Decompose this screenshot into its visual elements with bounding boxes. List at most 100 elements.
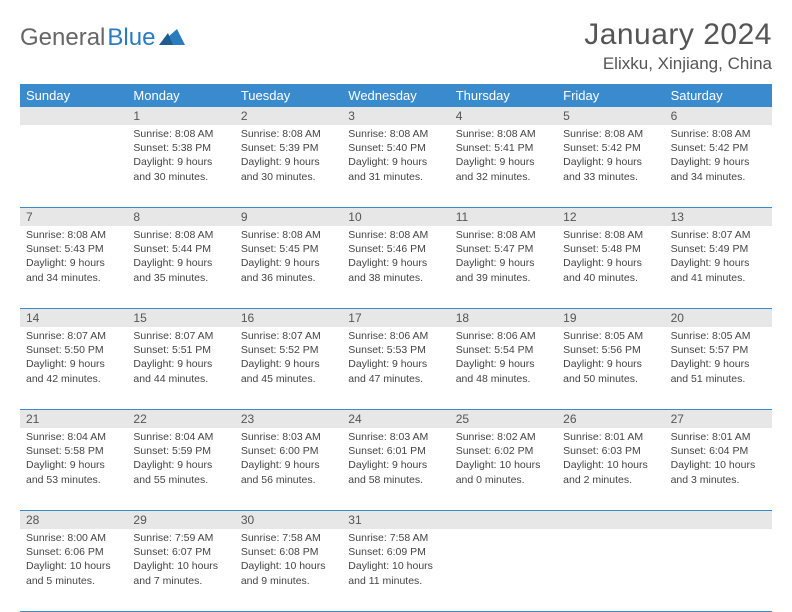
daylight-text: Daylight: 10 hours and 7 minutes. (133, 559, 228, 587)
sunrise-text: Sunrise: 8:07 AM (26, 329, 121, 343)
sunset-text: Sunset: 5:42 PM (671, 141, 766, 155)
day-number: 26 (557, 410, 664, 428)
day-number: 27 (665, 410, 772, 428)
sunrise-text: Sunrise: 8:08 AM (456, 228, 551, 242)
day-number: 17 (342, 309, 449, 327)
day-cell: Sunrise: 8:07 AMSunset: 5:52 PMDaylight:… (235, 327, 342, 409)
day-number: 7 (20, 208, 127, 226)
day-cell-body: Sunrise: 8:08 AMSunset: 5:42 PMDaylight:… (557, 125, 664, 190)
day-number: 3 (342, 107, 449, 125)
daylight-text: Daylight: 9 hours and 44 minutes. (133, 357, 228, 385)
sunrise-text: Sunrise: 7:58 AM (241, 531, 336, 545)
brand-part1: General (20, 24, 105, 52)
day-number: 13 (665, 208, 772, 226)
day-number: 15 (127, 309, 234, 327)
day-cell: Sunrise: 8:06 AMSunset: 5:54 PMDaylight:… (450, 327, 557, 409)
day-cell-body: Sunrise: 8:08 AMSunset: 5:43 PMDaylight:… (20, 226, 127, 291)
sunset-text: Sunset: 5:42 PM (563, 141, 658, 155)
day-cell-body: Sunrise: 8:04 AMSunset: 5:58 PMDaylight:… (20, 428, 127, 493)
day-cell-body (557, 529, 664, 537)
sunrise-text: Sunrise: 8:08 AM (26, 228, 121, 242)
sunrise-text: Sunrise: 8:08 AM (671, 127, 766, 141)
day-cell: Sunrise: 8:01 AMSunset: 6:03 PMDaylight:… (557, 428, 664, 510)
day-cell: Sunrise: 8:08 AMSunset: 5:41 PMDaylight:… (450, 125, 557, 207)
day-cell-body (20, 125, 127, 133)
day-cell-body: Sunrise: 8:00 AMSunset: 6:06 PMDaylight:… (20, 529, 127, 594)
day-cell: Sunrise: 8:08 AMSunset: 5:47 PMDaylight:… (450, 226, 557, 308)
day-cell-body (665, 529, 772, 537)
day-cell: Sunrise: 8:07 AMSunset: 5:49 PMDaylight:… (665, 226, 772, 308)
location-label: Elixku, Xinjiang, China (584, 54, 772, 74)
day-number: 8 (127, 208, 234, 226)
day-cell: Sunrise: 8:08 AMSunset: 5:40 PMDaylight:… (342, 125, 449, 207)
day-cell-body: Sunrise: 8:02 AMSunset: 6:02 PMDaylight:… (450, 428, 557, 493)
sunset-text: Sunset: 5:44 PM (133, 242, 228, 256)
sunset-text: Sunset: 5:40 PM (348, 141, 443, 155)
sunrise-text: Sunrise: 8:07 AM (671, 228, 766, 242)
sunset-text: Sunset: 6:01 PM (348, 444, 443, 458)
day-number: 18 (450, 309, 557, 327)
sunrise-text: Sunrise: 8:08 AM (348, 228, 443, 242)
sunset-text: Sunset: 5:57 PM (671, 343, 766, 357)
sunrise-text: Sunrise: 8:08 AM (456, 127, 551, 141)
day-cell-body: Sunrise: 8:07 AMSunset: 5:51 PMDaylight:… (127, 327, 234, 392)
sunrise-text: Sunrise: 8:02 AM (456, 430, 551, 444)
day-cell: Sunrise: 8:08 AMSunset: 5:42 PMDaylight:… (665, 125, 772, 207)
day-number: 25 (450, 410, 557, 428)
daylight-text: Daylight: 9 hours and 40 minutes. (563, 256, 658, 284)
day-cell: Sunrise: 8:07 AMSunset: 5:51 PMDaylight:… (127, 327, 234, 409)
sunrise-text: Sunrise: 8:05 AM (671, 329, 766, 343)
sunrise-text: Sunrise: 8:00 AM (26, 531, 121, 545)
sunrise-text: Sunrise: 8:03 AM (241, 430, 336, 444)
sunset-text: Sunset: 5:56 PM (563, 343, 658, 357)
day-number (665, 511, 772, 529)
day-cell: Sunrise: 8:02 AMSunset: 6:02 PMDaylight:… (450, 428, 557, 510)
sunrise-text: Sunrise: 8:06 AM (348, 329, 443, 343)
daylight-text: Daylight: 10 hours and 0 minutes. (456, 458, 551, 486)
daylight-text: Daylight: 10 hours and 9 minutes. (241, 559, 336, 587)
day-number: 4 (450, 107, 557, 125)
daylight-text: Daylight: 9 hours and 33 minutes. (563, 155, 658, 183)
day-cell-body: Sunrise: 8:08 AMSunset: 5:44 PMDaylight:… (127, 226, 234, 291)
day-cell: Sunrise: 8:03 AMSunset: 6:01 PMDaylight:… (342, 428, 449, 510)
sunrise-text: Sunrise: 8:08 AM (348, 127, 443, 141)
sunrise-text: Sunrise: 8:08 AM (133, 228, 228, 242)
daylight-text: Daylight: 9 hours and 35 minutes. (133, 256, 228, 284)
daylight-text: Daylight: 10 hours and 5 minutes. (26, 559, 121, 587)
day-number: 2 (235, 107, 342, 125)
daylight-text: Daylight: 9 hours and 50 minutes. (563, 357, 658, 385)
sunset-text: Sunset: 5:38 PM (133, 141, 228, 155)
calendar: SundayMondayTuesdayWednesdayThursdayFrid… (20, 84, 772, 612)
sunrise-text: Sunrise: 8:08 AM (241, 127, 336, 141)
weekday-thursday: Thursday (450, 84, 557, 107)
day-cell-body: Sunrise: 8:08 AMSunset: 5:42 PMDaylight:… (665, 125, 772, 190)
day-number: 20 (665, 309, 772, 327)
daylight-text: Daylight: 9 hours and 30 minutes. (133, 155, 228, 183)
sunset-text: Sunset: 5:49 PM (671, 242, 766, 256)
day-cell-body: Sunrise: 8:07 AMSunset: 5:50 PMDaylight:… (20, 327, 127, 392)
day-number: 10 (342, 208, 449, 226)
daylight-text: Daylight: 9 hours and 34 minutes. (671, 155, 766, 183)
day-cell-body: Sunrise: 8:07 AMSunset: 5:49 PMDaylight:… (665, 226, 772, 291)
sunrise-text: Sunrise: 8:03 AM (348, 430, 443, 444)
month-title: January 2024 (584, 18, 772, 52)
sunset-text: Sunset: 5:58 PM (26, 444, 121, 458)
day-cell (20, 125, 127, 207)
day-cell: Sunrise: 8:01 AMSunset: 6:04 PMDaylight:… (665, 428, 772, 510)
sunset-text: Sunset: 5:54 PM (456, 343, 551, 357)
day-cell: Sunrise: 8:08 AMSunset: 5:43 PMDaylight:… (20, 226, 127, 308)
sunset-text: Sunset: 6:06 PM (26, 545, 121, 559)
day-number: 31 (342, 511, 449, 529)
daylight-text: Daylight: 9 hours and 32 minutes. (456, 155, 551, 183)
daylight-text: Daylight: 9 hours and 31 minutes. (348, 155, 443, 183)
daynum-row: 21222324252627 (20, 410, 772, 428)
day-number: 24 (342, 410, 449, 428)
sunrise-text: Sunrise: 8:07 AM (241, 329, 336, 343)
day-cell: Sunrise: 8:08 AMSunset: 5:38 PMDaylight:… (127, 125, 234, 207)
sunset-text: Sunset: 5:50 PM (26, 343, 121, 357)
sunrise-text: Sunrise: 8:08 AM (563, 228, 658, 242)
sunset-text: Sunset: 5:41 PM (456, 141, 551, 155)
daylight-text: Daylight: 9 hours and 41 minutes. (671, 256, 766, 284)
weekday-saturday: Saturday (665, 84, 772, 107)
week-row: Sunrise: 8:08 AMSunset: 5:38 PMDaylight:… (20, 125, 772, 208)
